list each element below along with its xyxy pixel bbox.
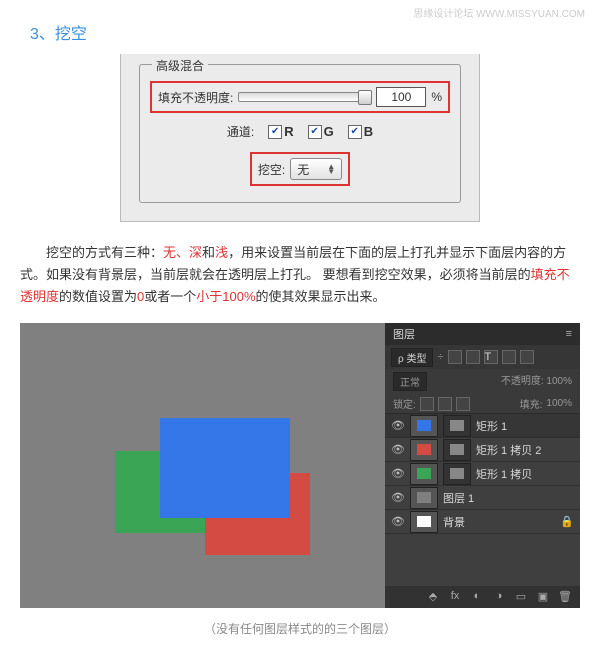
visibility-icon[interactable]: 👁: [391, 443, 405, 456]
layer-mask-thumb: [443, 463, 471, 485]
lock-pixels-icon[interactable]: [420, 397, 434, 411]
fill-label: 填充:: [520, 396, 543, 411]
fill-value[interactable]: 100%: [546, 398, 572, 409]
checkbox-icon: ✔: [308, 125, 322, 139]
filter-arrow-icon: ÷: [437, 351, 443, 363]
blend-opacity-row: 正常 不透明度: 100%: [385, 369, 580, 394]
slider-thumb[interactable]: [358, 90, 372, 105]
layer-thumb: [410, 487, 438, 509]
folder-icon[interactable]: ▭: [514, 590, 528, 604]
lock-fill-row: 锁定: 填充: 100%: [385, 394, 580, 414]
advanced-blend-figure: 高级混合 填充不透明度: 100 % 通道: ✔R ✔G ✔B 挖空: 无 ▲▼: [120, 54, 480, 222]
knockout-box: 挖空: 无 ▲▼: [250, 152, 350, 186]
layer-row[interactable]: 👁 图层 1: [385, 486, 580, 510]
percent-label: %: [431, 90, 442, 104]
layer-thumb: [410, 439, 438, 461]
layer-name: 背景: [443, 514, 465, 530]
knockout-row: 挖空: 无 ▲▼: [150, 146, 450, 192]
filter-shape-icon[interactable]: [502, 350, 516, 364]
knockout-select[interactable]: 无 ▲▼: [290, 158, 342, 180]
fx-icon[interactable]: fx: [448, 590, 462, 604]
layer-thumb: [410, 415, 438, 437]
panel-menu-icon[interactable]: ≡: [566, 328, 572, 340]
channel-b-label: B: [364, 124, 373, 139]
layer-list: 👁 矩形 1 👁 矩形 1 拷贝 2 👁 矩形 1 拷贝 👁 图层 1 👁 背景 🔒: [385, 414, 580, 534]
layer-thumb: [410, 463, 438, 485]
channel-g[interactable]: ✔G: [308, 124, 334, 139]
canvas-figure: 图层 ≡ ρ 类型 ÷ T 正常 不透明度: 100% 锁定: 填充: 100%…: [20, 323, 580, 608]
layer-name: 矩形 1: [476, 418, 507, 434]
layer-thumb: [410, 511, 438, 533]
channels-row: 通道: ✔R ✔G ✔B: [150, 117, 450, 146]
layer-row[interactable]: 👁 背景 🔒: [385, 510, 580, 534]
panel-title: 图层: [393, 326, 415, 342]
visibility-icon[interactable]: 👁: [391, 467, 405, 480]
group-legend: 高级混合: [152, 57, 208, 74]
panel-footer: ⬘ fx ◐ ◑ ▭ ▣ 🗑: [385, 586, 580, 608]
visibility-icon[interactable]: 👁: [391, 515, 405, 528]
checkbox-icon: ✔: [348, 125, 362, 139]
fill-opacity-slider[interactable]: [238, 92, 371, 102]
channel-g-label: G: [324, 124, 334, 139]
layers-panel: 图层 ≡ ρ 类型 ÷ T 正常 不透明度: 100% 锁定: 填充: 100%…: [385, 323, 580, 608]
layer-row[interactable]: 👁 矩形 1 拷贝: [385, 462, 580, 486]
layer-name: 矩形 1 拷贝 2: [476, 442, 541, 458]
layer-name: 图层 1: [443, 490, 474, 506]
layer-mask-thumb: [443, 415, 471, 437]
knockout-value: 无: [297, 161, 309, 178]
filter-smart-icon[interactable]: [520, 350, 534, 364]
lock-label: 锁定:: [393, 396, 416, 411]
fill-opacity-value[interactable]: 100: [376, 87, 426, 107]
channel-b[interactable]: ✔B: [348, 124, 373, 139]
layer-row[interactable]: 👁 矩形 1 拷贝 2: [385, 438, 580, 462]
channels-label: 通道:: [227, 123, 254, 140]
trash-icon[interactable]: 🗑: [558, 590, 572, 604]
blend-mode-select[interactable]: 正常: [393, 372, 427, 391]
opacity-value[interactable]: 100%: [546, 376, 572, 387]
visibility-icon[interactable]: 👁: [391, 419, 405, 432]
watermark: 思缘设计论坛 WWW.MISSYUAN.COM: [413, 5, 585, 20]
layer-name: 矩形 1 拷贝: [476, 466, 532, 482]
updown-icon: ▲▼: [327, 164, 335, 174]
filter-type-select[interactable]: ρ 类型: [391, 348, 433, 367]
layer-mask-thumb: [443, 439, 471, 461]
new-layer-icon[interactable]: ▣: [536, 590, 550, 604]
figure-caption: （没有任何图层样式的的三个图层）: [0, 620, 600, 657]
opacity-label: 不透明度:: [501, 376, 544, 387]
panel-tab: 图层 ≡: [385, 323, 580, 345]
mask-icon[interactable]: ◐: [470, 590, 484, 604]
advanced-blend-group: 高级混合 填充不透明度: 100 % 通道: ✔R ✔G ✔B 挖空: 无 ▲▼: [139, 64, 461, 203]
adjust-icon[interactable]: ◑: [492, 590, 506, 604]
checkbox-icon: ✔: [268, 125, 282, 139]
fill-opacity-label: 填充不透明度:: [158, 89, 233, 106]
description-paragraph: 挖空的方式有三种：无、深和浅，用来设置当前层在下面的层上打孔并显示下面层内容的方…: [0, 237, 600, 323]
filter-image-icon[interactable]: [448, 350, 462, 364]
filter-row: ρ 类型 ÷ T: [385, 345, 580, 369]
lock-position-icon[interactable]: [438, 397, 452, 411]
fill-opacity-row: 填充不透明度: 100 %: [150, 81, 450, 113]
visibility-icon[interactable]: 👁: [391, 491, 405, 504]
lock-icon: 🔒: [560, 515, 574, 528]
channel-r-label: R: [284, 124, 293, 139]
rect-blue: [160, 418, 290, 518]
filter-adjust-icon[interactable]: [466, 350, 480, 364]
lock-all-icon[interactable]: [456, 397, 470, 411]
filter-text-icon[interactable]: T: [484, 350, 498, 364]
link-icon[interactable]: ⬘: [426, 590, 440, 604]
knockout-label: 挖空:: [258, 161, 285, 178]
channel-r[interactable]: ✔R: [268, 124, 293, 139]
layer-row[interactable]: 👁 矩形 1: [385, 414, 580, 438]
